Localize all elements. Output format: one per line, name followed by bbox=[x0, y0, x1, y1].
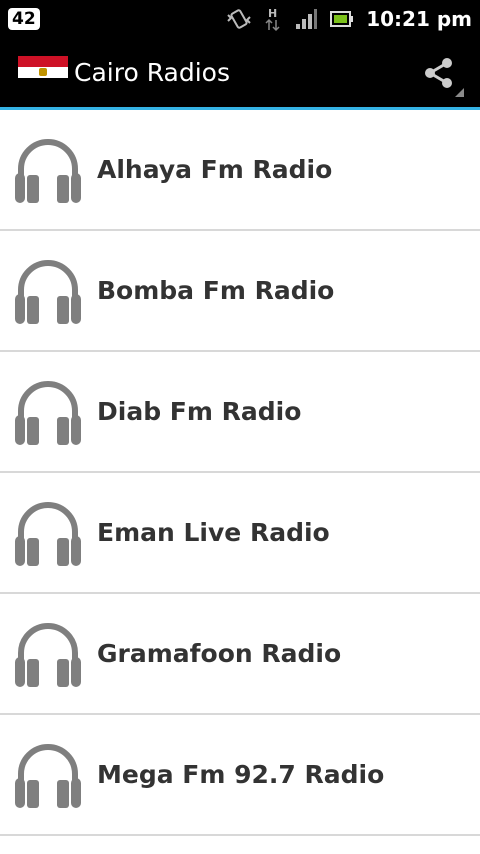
battery-icon bbox=[330, 11, 354, 27]
headphones-icon bbox=[13, 619, 83, 689]
headphones-icon bbox=[13, 256, 83, 326]
action-bar: Cairo Radios bbox=[0, 38, 480, 107]
station-name: Eman Live Radio bbox=[97, 518, 330, 547]
station-row[interactable]: Eman Live Radio bbox=[0, 473, 480, 594]
station-row[interactable]: Bomba Fm Radio bbox=[0, 231, 480, 352]
overflow-corner-indicator bbox=[455, 88, 464, 97]
station-row[interactable]: Gramafoon Radio bbox=[0, 594, 480, 715]
notification-count-badge: 42 bbox=[8, 8, 40, 30]
status-icons: H 10:21 pm bbox=[226, 6, 472, 32]
headphones-icon bbox=[13, 740, 83, 810]
headphones-icon bbox=[13, 135, 83, 205]
notification-area: 42 bbox=[8, 8, 40, 30]
network-h-icon: H bbox=[265, 7, 280, 32]
station-name: Mega Fm 92.7 Radio bbox=[97, 760, 385, 789]
station-name: Alhaya Fm Radio bbox=[97, 155, 333, 184]
share-icon bbox=[425, 57, 452, 88]
station-name: Diab Fm Radio bbox=[97, 397, 302, 426]
app-title: Cairo Radios bbox=[74, 58, 230, 87]
vibrate-icon bbox=[227, 9, 251, 29]
headphones-icon bbox=[13, 498, 83, 568]
station-row[interactable]: Diab Fm Radio bbox=[0, 352, 480, 473]
clock: 10:21 pm bbox=[366, 7, 472, 31]
station-name: Gramafoon Radio bbox=[97, 639, 342, 668]
status-bar: 42 H 10:21 pm bbox=[0, 0, 480, 38]
share-button[interactable] bbox=[412, 38, 466, 107]
station-row[interactable]: Alhaya Fm Radio bbox=[0, 110, 480, 231]
signal-icon bbox=[296, 9, 318, 29]
station-row[interactable]: Mega Fm 92.7 Radio bbox=[0, 715, 480, 836]
headphones-icon bbox=[13, 377, 83, 447]
station-list: Alhaya Fm Radio Bomba Fm Radio Diab Fm R… bbox=[0, 110, 480, 836]
station-name: Bomba Fm Radio bbox=[97, 276, 335, 305]
egypt-flag-icon bbox=[18, 55, 68, 90]
svg-text:H: H bbox=[268, 7, 277, 20]
